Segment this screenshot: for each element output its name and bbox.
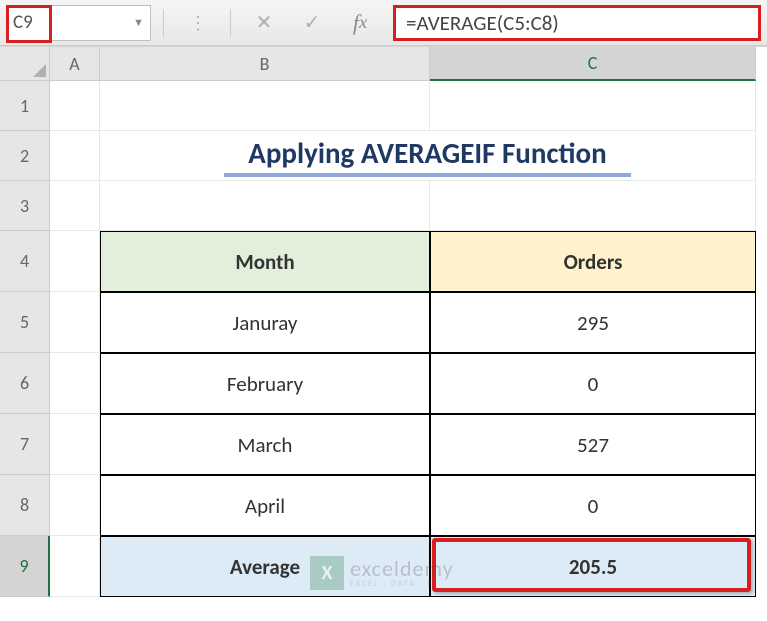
confirm-icon[interactable]: ✓ — [291, 8, 333, 38]
row-head-7[interactable]: 7 — [0, 414, 50, 475]
title-cell[interactable]: Applying AVERAGEIF Function — [100, 131, 756, 181]
cell-month-1[interactable]: Januray — [100, 292, 430, 353]
cell-b3[interactable] — [100, 181, 430, 231]
cell-a1[interactable] — [50, 81, 100, 131]
average-value-cell[interactable]: 205.5 — [430, 536, 756, 597]
cell-a4[interactable] — [50, 231, 100, 292]
separator — [230, 9, 231, 37]
cell-orders-3[interactable]: 527 — [430, 414, 756, 475]
dots-icon: ⋮ — [176, 8, 218, 38]
cell-month-4[interactable]: April — [100, 475, 430, 536]
separator — [163, 9, 164, 37]
cell-orders-1[interactable]: 295 — [430, 292, 756, 353]
row-head-5[interactable]: 5 — [0, 292, 50, 353]
cell-c3[interactable] — [430, 181, 756, 231]
page-title: Applying AVERAGEIF Function — [224, 135, 630, 177]
cell-month-2[interactable]: February — [100, 353, 430, 414]
cell-a3[interactable] — [50, 181, 100, 231]
formula-text: =AVERAGE(C5:C8) — [406, 10, 559, 36]
cell-orders-4[interactable]: 0 — [430, 475, 756, 536]
row-head-4[interactable]: 4 — [0, 231, 50, 292]
cell-a2[interactable] — [50, 131, 100, 181]
spreadsheet-grid: A B C 1 2 Applying AVERAGEIF Function 3 … — [0, 46, 767, 597]
col-head-a[interactable]: A — [50, 47, 100, 81]
cell-b1[interactable] — [100, 81, 430, 131]
cell-reference: C9 — [13, 11, 33, 34]
formula-bar: C9 ▼ ⋮ ✕ ✓ fx =AVERAGE(C5:C8) — [0, 0, 767, 46]
col-head-b[interactable]: B — [100, 47, 430, 81]
select-all-corner[interactable] — [0, 47, 50, 81]
row-head-9[interactable]: 9 — [0, 536, 50, 597]
cell-c1[interactable] — [430, 81, 756, 131]
cell-month-3[interactable]: March — [100, 414, 430, 475]
cancel-icon[interactable]: ✕ — [243, 8, 285, 38]
row-head-3[interactable]: 3 — [0, 181, 50, 231]
cell-a8[interactable] — [50, 475, 100, 536]
header-orders[interactable]: Orders — [430, 231, 756, 292]
cell-a6[interactable] — [50, 353, 100, 414]
row-head-1[interactable]: 1 — [0, 81, 50, 131]
row-head-6[interactable]: 6 — [0, 353, 50, 414]
cell-a9[interactable] — [50, 536, 100, 597]
average-label[interactable]: Average — [100, 536, 430, 597]
row-head-2[interactable]: 2 — [0, 131, 50, 181]
cell-a5[interactable] — [50, 292, 100, 353]
header-month[interactable]: Month — [100, 231, 430, 292]
formula-input[interactable]: =AVERAGE(C5:C8) — [393, 5, 761, 41]
fx-icon[interactable]: fx — [339, 8, 381, 38]
cell-orders-2[interactable]: 0 — [430, 353, 756, 414]
name-box[interactable]: C9 ▼ — [6, 5, 151, 41]
cell-a7[interactable] — [50, 414, 100, 475]
row-head-8[interactable]: 8 — [0, 475, 50, 536]
col-head-c[interactable]: C — [430, 47, 756, 81]
chevron-down-icon[interactable]: ▼ — [133, 16, 144, 29]
average-value: 205.5 — [569, 554, 617, 580]
